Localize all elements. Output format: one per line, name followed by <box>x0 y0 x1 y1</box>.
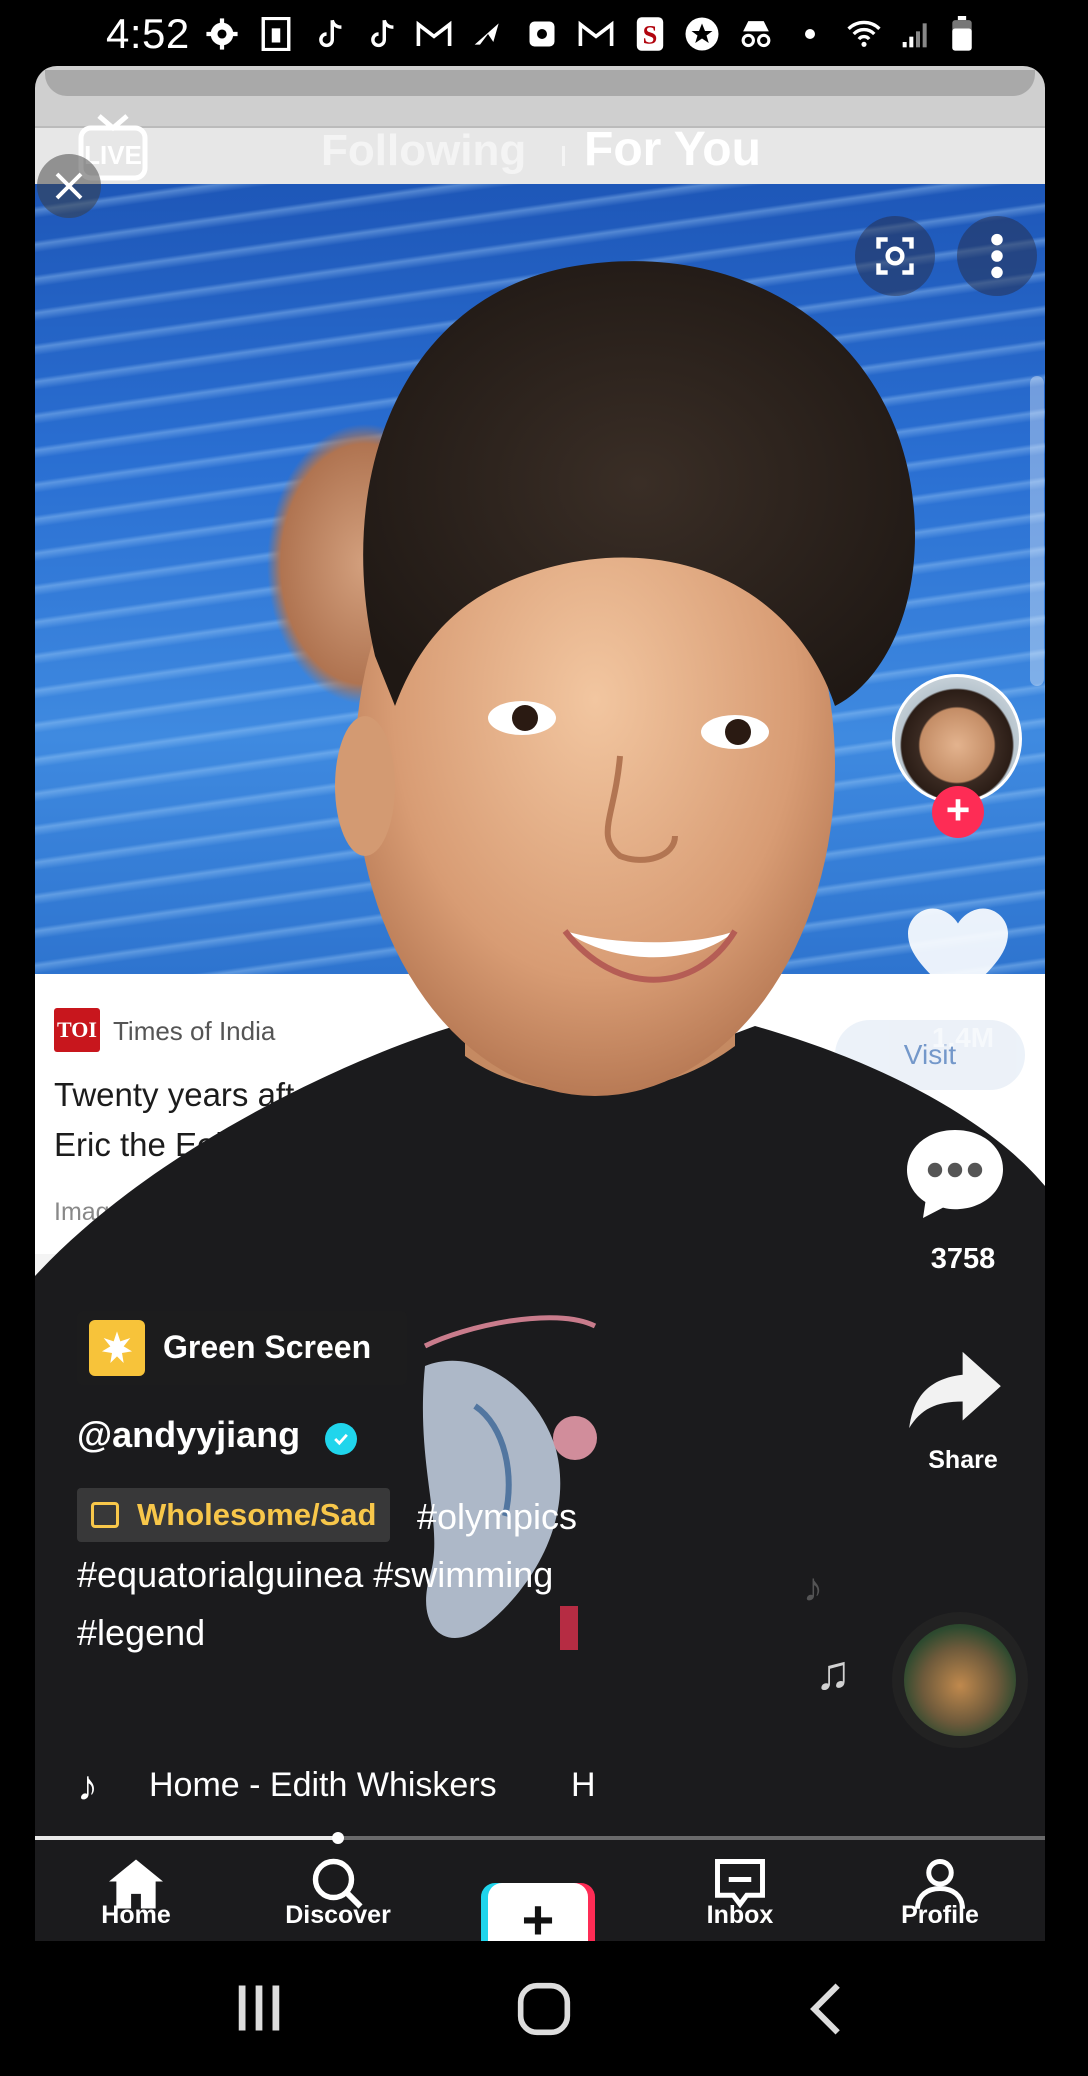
verified-badge-icon <box>325 1423 357 1455</box>
comment-count: 3758 <box>930 1243 996 1275</box>
scroll-indicator[interactable] <box>1030 376 1044 686</box>
scan-icon[interactable] <box>855 216 935 296</box>
hashtags-line-2[interactable]: #equatorialguinea #swimming <box>77 1546 797 1604</box>
in-app-browser-top <box>35 66 1045 130</box>
sound-title-marquee-tail: H <box>571 1766 596 1804</box>
article-headline: Twenty years after Eric the Eel <box>54 1070 474 1170</box>
headline-line-2: Eric the Eel <box>54 1126 223 1163</box>
creator-username[interactable]: @andyyjiang <box>77 1414 300 1456</box>
floating-music-note-icon: ♪ <box>803 1566 823 1610</box>
nav-discover-label: Discover <box>285 1901 391 1929</box>
creator-avatar[interactable] <box>892 674 1022 804</box>
sound-row[interactable]: ♪ Home - Edith Whiskers <box>77 1756 637 1816</box>
article-card: TOI Times of India Twenty years after Er… <box>35 974 1045 1254</box>
star-icon <box>684 16 720 52</box>
nav-discover[interactable]: Discover <box>263 1843 413 1941</box>
battery-icon <box>944 16 980 52</box>
tab-following[interactable]: Following <box>321 126 526 176</box>
nav-home[interactable]: Home <box>61 1843 211 1941</box>
like-count: 1.4M <box>931 1022 995 1053</box>
gmail-icon <box>578 16 614 52</box>
tiktok-icon <box>312 16 348 52</box>
bottom-navigation: Home Discover + Inbox Profile <box>35 1843 1045 1941</box>
nav-profile-label: Profile <box>901 1901 979 1929</box>
article-photo-swimmer <box>35 184 1045 974</box>
camera-app-icon <box>524 16 560 52</box>
caption-hashtags: #olympics #equatorialguinea #swimming #l… <box>77 1488 797 1662</box>
status-bar: 4:52 S <box>0 0 1088 66</box>
music-note-icon: ♪ <box>77 1762 98 1809</box>
wifi-icon <box>846 16 882 52</box>
sound-title: Home - Edith Whiskers <box>149 1766 497 1804</box>
gear-icon <box>204 16 240 52</box>
svg-text:S: S <box>643 20 658 50</box>
sound-disc[interactable] <box>892 1612 1028 1748</box>
video-progress-bar[interactable] <box>35 1832 1045 1844</box>
green-screen-effect-icon <box>89 1320 145 1376</box>
more-options-icon[interactable] <box>957 216 1037 296</box>
tiktok-app: TOI Times of India Twenty years after Er… <box>35 66 1045 1941</box>
plus-icon: + <box>488 1883 588 1941</box>
music-note-icon: ♫ <box>815 1647 851 1700</box>
nav-home-label: Home <box>101 1901 171 1929</box>
tab-for-you[interactable]: For You <box>584 122 761 177</box>
home-circle-icon[interactable] <box>516 1981 572 2042</box>
create-button[interactable]: + <box>481 1883 595 1941</box>
image-icon <box>258 16 294 52</box>
comment-icon[interactable] <box>903 1124 1007 1224</box>
signal-icon <box>898 16 934 52</box>
share-label: Share <box>928 1446 998 1474</box>
follow-plus-button[interactable]: + <box>932 786 984 838</box>
heart-icon[interactable] <box>903 904 1013 1004</box>
headline-line-1: Twenty years after <box>54 1076 324 1113</box>
clock: 4:52 <box>106 10 190 57</box>
dot-icon <box>792 16 828 52</box>
nav-profile[interactable]: Profile <box>865 1843 1015 1941</box>
nav-inbox-label: Inbox <box>706 1901 774 1929</box>
incognito-icon <box>738 16 774 52</box>
recent-apps-icon[interactable] <box>232 1983 286 2038</box>
toi-logo: TOI <box>54 1008 100 1052</box>
hashtag-olympics[interactable]: #olympics <box>417 1496 577 1537</box>
effect-chip[interactable]: Green Screen <box>77 1311 407 1385</box>
stanford-icon: S <box>632 16 668 52</box>
close-icon[interactable] <box>37 154 101 218</box>
effect-label: Green Screen <box>163 1329 372 1365</box>
nav-inbox[interactable]: Inbox <box>665 1843 815 1941</box>
video-progress-fill <box>35 1836 338 1840</box>
bird-icon <box>470 16 506 52</box>
back-icon[interactable] <box>806 1981 846 2042</box>
article-source: Times of India <box>113 1016 276 1046</box>
hashtag-legend[interactable]: #legend <box>77 1604 797 1662</box>
share-icon[interactable] <box>905 1348 1005 1432</box>
tab-divider <box>562 146 565 166</box>
gmail-icon <box>416 16 452 52</box>
tiktok-icon <box>364 16 400 52</box>
android-navigation-bar <box>0 1941 1088 2076</box>
image-caption: Imag <box>54 1198 110 1226</box>
